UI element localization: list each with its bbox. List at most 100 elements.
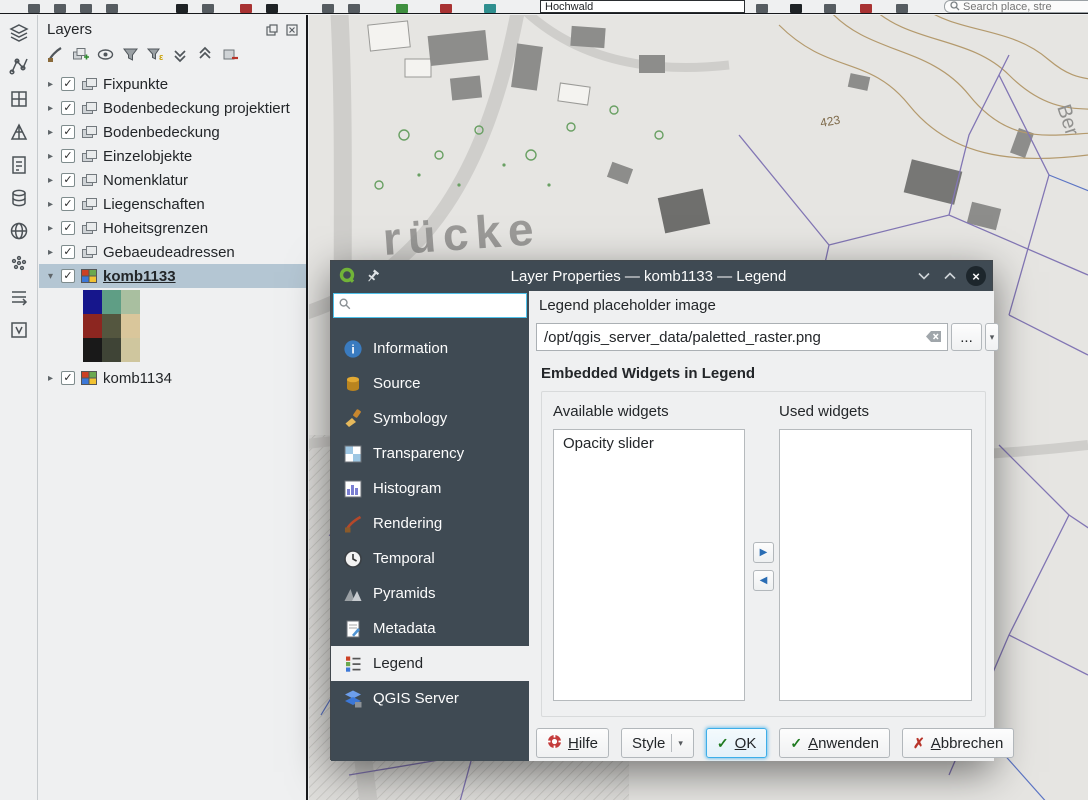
- collapse-all-icon[interactable]: [195, 44, 216, 64]
- toolbar-icon-fragment[interactable]: [54, 4, 66, 13]
- layer-checkbox[interactable]: [61, 77, 75, 91]
- tab-metadata[interactable]: Metadata: [331, 611, 529, 646]
- toolbar-icon-fragment[interactable]: [756, 4, 768, 13]
- expander-icon[interactable]: ▸: [45, 79, 56, 90]
- layer-row[interactable]: ▸ Einzelobjekte: [39, 144, 306, 168]
- toolbar-icon-fragment[interactable]: [824, 4, 836, 13]
- toolbar-icon-fragment[interactable]: [440, 4, 452, 13]
- browse-button[interactable]: ...: [951, 323, 982, 351]
- layer-label[interactable]: Fixpunkte: [103, 76, 168, 93]
- toolbar-icon-fragment[interactable]: [80, 4, 92, 13]
- add-point-cloud-icon[interactable]: [5, 250, 33, 278]
- toolbar-icon-fragment[interactable]: [176, 4, 188, 13]
- toolbar-icon-fragment[interactable]: [322, 4, 334, 13]
- layer-row[interactable]: ▸ Fixpunkte: [39, 72, 306, 96]
- layer-row[interactable]: ▸ Gebaeudeadressen: [39, 240, 306, 264]
- properties-search-input[interactable]: [355, 298, 536, 314]
- tab-histogram[interactable]: Histogram: [331, 471, 529, 506]
- toolbar-icon-fragment[interactable]: [860, 4, 872, 13]
- shade-dialog-icon[interactable]: [914, 266, 934, 286]
- ok-button[interactable]: ✓ OK: [706, 728, 767, 758]
- pin-icon[interactable]: [363, 266, 383, 286]
- layer-label[interactable]: Einzelobjekte: [103, 148, 192, 165]
- layer-checkbox[interactable]: [61, 149, 75, 163]
- available-widgets-list[interactable]: Opacity slider: [553, 429, 745, 701]
- expand-all-icon[interactable]: [170, 44, 191, 64]
- add-database-layer-icon[interactable]: [5, 184, 33, 212]
- clear-input-icon[interactable]: [925, 330, 942, 347]
- toolbar-icon-fragment[interactable]: [266, 4, 278, 13]
- move-right-button[interactable]: ▶: [753, 542, 774, 563]
- used-widgets-list[interactable]: [779, 429, 972, 701]
- add-delimited-text-icon[interactable]: [5, 151, 33, 179]
- toolbar-icon-fragment[interactable]: [484, 4, 496, 13]
- add-group-icon[interactable]: [70, 44, 91, 64]
- layer-styling-icon[interactable]: [45, 44, 66, 64]
- toolbar-icon-fragment[interactable]: [790, 4, 802, 13]
- tab-temporal[interactable]: Temporal: [331, 541, 529, 576]
- expander-icon[interactable]: ▸: [45, 127, 56, 138]
- close-dialog-icon[interactable]: ×: [966, 266, 986, 286]
- dialog-titlebar[interactable]: Layer Properties — komb1133 — Legend ×: [331, 261, 992, 291]
- float-panel-icon[interactable]: [264, 22, 280, 38]
- layer-row[interactable]: ▸ Bodenbedeckung: [39, 120, 306, 144]
- layer-label[interactable]: komb1133: [103, 268, 176, 285]
- data-source-manager-icon[interactable]: [5, 19, 33, 47]
- layer-row[interactable]: ▸ Bodenbedeckung projektiert: [39, 96, 306, 120]
- expander-icon[interactable]: ▸: [45, 247, 56, 258]
- layer-label[interactable]: komb1134: [103, 370, 172, 387]
- layer-label[interactable]: Hoheitsgrenzen: [103, 220, 208, 237]
- expander-icon[interactable]: ▸: [45, 175, 56, 186]
- add-raster-layer-icon[interactable]: [5, 85, 33, 113]
- add-vector-layer-icon[interactable]: [5, 52, 33, 80]
- tab-source[interactable]: Source: [331, 366, 529, 401]
- style-button[interactable]: Style ▾: [621, 728, 694, 758]
- help-button[interactable]: Hilfe: [536, 728, 609, 758]
- layer-checkbox[interactable]: [61, 371, 75, 385]
- layer-checkbox[interactable]: [61, 245, 75, 259]
- cancel-button[interactable]: ✗ Abbrechen: [902, 728, 1014, 758]
- expander-icon[interactable]: ▸: [45, 199, 56, 210]
- properties-search-box[interactable]: [333, 293, 527, 318]
- add-web-layer-icon[interactable]: [5, 217, 33, 245]
- filter-expression-icon[interactable]: ε: [145, 44, 166, 64]
- layer-row[interactable]: ▸ Nomenklatur: [39, 168, 306, 192]
- layer-row[interactable]: ▸ komb1134: [39, 366, 306, 390]
- toolbar-icon-fragment[interactable]: [396, 4, 408, 13]
- browse-dropdown-button[interactable]: ▾: [985, 323, 999, 351]
- toolbar-icon-fragment[interactable]: [348, 4, 360, 13]
- layer-label[interactable]: Bodenbedeckung projektiert: [103, 100, 290, 117]
- locality-combobox[interactable]: [540, 0, 745, 13]
- layer-checkbox[interactable]: [61, 269, 75, 283]
- toolbar-icon-fragment[interactable]: [202, 4, 214, 13]
- layer-checkbox[interactable]: [61, 221, 75, 235]
- add-wfs-layer-icon[interactable]: [5, 283, 33, 311]
- layer-checkbox[interactable]: [61, 173, 75, 187]
- add-mesh-layer-icon[interactable]: [5, 118, 33, 146]
- expander-icon[interactable]: ▸: [45, 223, 56, 234]
- expander-icon[interactable]: ▸: [45, 103, 56, 114]
- maximize-dialog-icon[interactable]: [940, 266, 960, 286]
- layer-checkbox[interactable]: [61, 125, 75, 139]
- layer-label[interactable]: Liegenschaften: [103, 196, 205, 213]
- layer-checkbox[interactable]: [61, 197, 75, 211]
- expander-icon[interactable]: ▸: [45, 151, 56, 162]
- layer-checkbox[interactable]: [61, 101, 75, 115]
- tab-symbology[interactable]: Symbology: [331, 401, 529, 436]
- tab-pyramids[interactable]: Pyramids: [331, 576, 529, 611]
- tab-legend-selected[interactable]: Legend: [331, 646, 529, 681]
- layer-label[interactable]: Bodenbedeckung: [103, 124, 220, 141]
- available-widget-item[interactable]: Opacity slider: [554, 430, 744, 457]
- tab-information[interactable]: i Information: [331, 331, 529, 366]
- filter-legend-icon[interactable]: [120, 44, 141, 64]
- layer-row[interactable]: ▸ Hoheitsgrenzen: [39, 216, 306, 240]
- layer-row[interactable]: ▸ Liegenschaften: [39, 192, 306, 216]
- manage-map-themes-icon[interactable]: [95, 44, 116, 64]
- tab-rendering[interactable]: Rendering: [331, 506, 529, 541]
- add-virtual-layer-icon[interactable]: [5, 316, 33, 344]
- search-input[interactable]: [963, 1, 1073, 13]
- layer-label[interactable]: Gebaeudeadressen: [103, 244, 235, 261]
- toolbar-icon-fragment[interactable]: [106, 4, 118, 13]
- remove-layer-icon[interactable]: [220, 44, 241, 64]
- expander-icon[interactable]: ▾: [45, 271, 56, 282]
